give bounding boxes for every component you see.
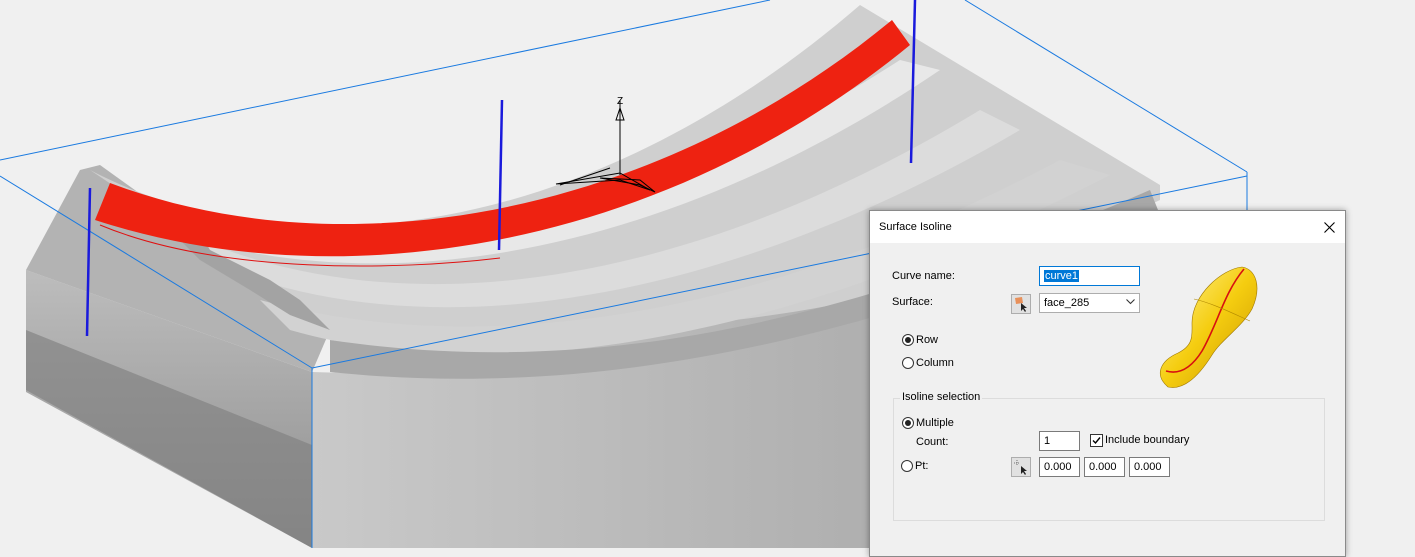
point-pick-icon (1014, 460, 1027, 475)
dialog-title-bar[interactable]: Surface Isoline (870, 211, 1345, 243)
curve-name-input[interactable]: curve1 (1039, 266, 1140, 286)
multiple-label: Multiple (916, 417, 954, 429)
surface-select-value: face_285 (1044, 297, 1090, 309)
include-boundary-label: Include boundary (1105, 434, 1190, 446)
count-label: Count: (916, 436, 949, 448)
isoline-preview-icon (1159, 266, 1258, 388)
include-boundary-checkbox[interactable] (1090, 434, 1103, 447)
multiple-radio[interactable] (902, 417, 914, 429)
column-radio[interactable] (902, 357, 914, 369)
checkmark-icon (1092, 437, 1101, 445)
surface-isoline-dialog: Surface Isoline Curve name: curve1 Surfa… (869, 210, 1346, 557)
surface-select[interactable]: face_285 (1039, 293, 1140, 313)
axis-z-label: Z (617, 96, 623, 107)
curve-name-label: Curve name: (892, 270, 955, 282)
pt-x-input[interactable]: 0.000 (1039, 457, 1080, 477)
pt-y-input[interactable]: 0.000 (1084, 457, 1125, 477)
column-label: Column (916, 357, 954, 369)
point-pick-button[interactable] (1011, 457, 1031, 477)
chevron-down-icon (1126, 299, 1135, 305)
close-icon (1323, 221, 1335, 233)
surface-pick-button[interactable] (1011, 294, 1031, 314)
surface-pick-icon (1015, 297, 1027, 312)
curve-name-value: curve1 (1044, 270, 1080, 282)
pt-z-input[interactable]: 0.000 (1129, 457, 1170, 477)
pt-radio[interactable] (901, 460, 913, 472)
dialog-title: Surface Isoline (879, 221, 952, 233)
close-button[interactable] (1313, 211, 1345, 243)
row-radio[interactable] (902, 334, 914, 346)
isoline-selection-title: Isoline selection (900, 391, 983, 403)
row-label: Row (916, 334, 939, 346)
count-input[interactable]: 1 (1039, 431, 1080, 451)
surface-label: Surface: (892, 296, 933, 308)
pt-label: Pt: (915, 460, 929, 472)
